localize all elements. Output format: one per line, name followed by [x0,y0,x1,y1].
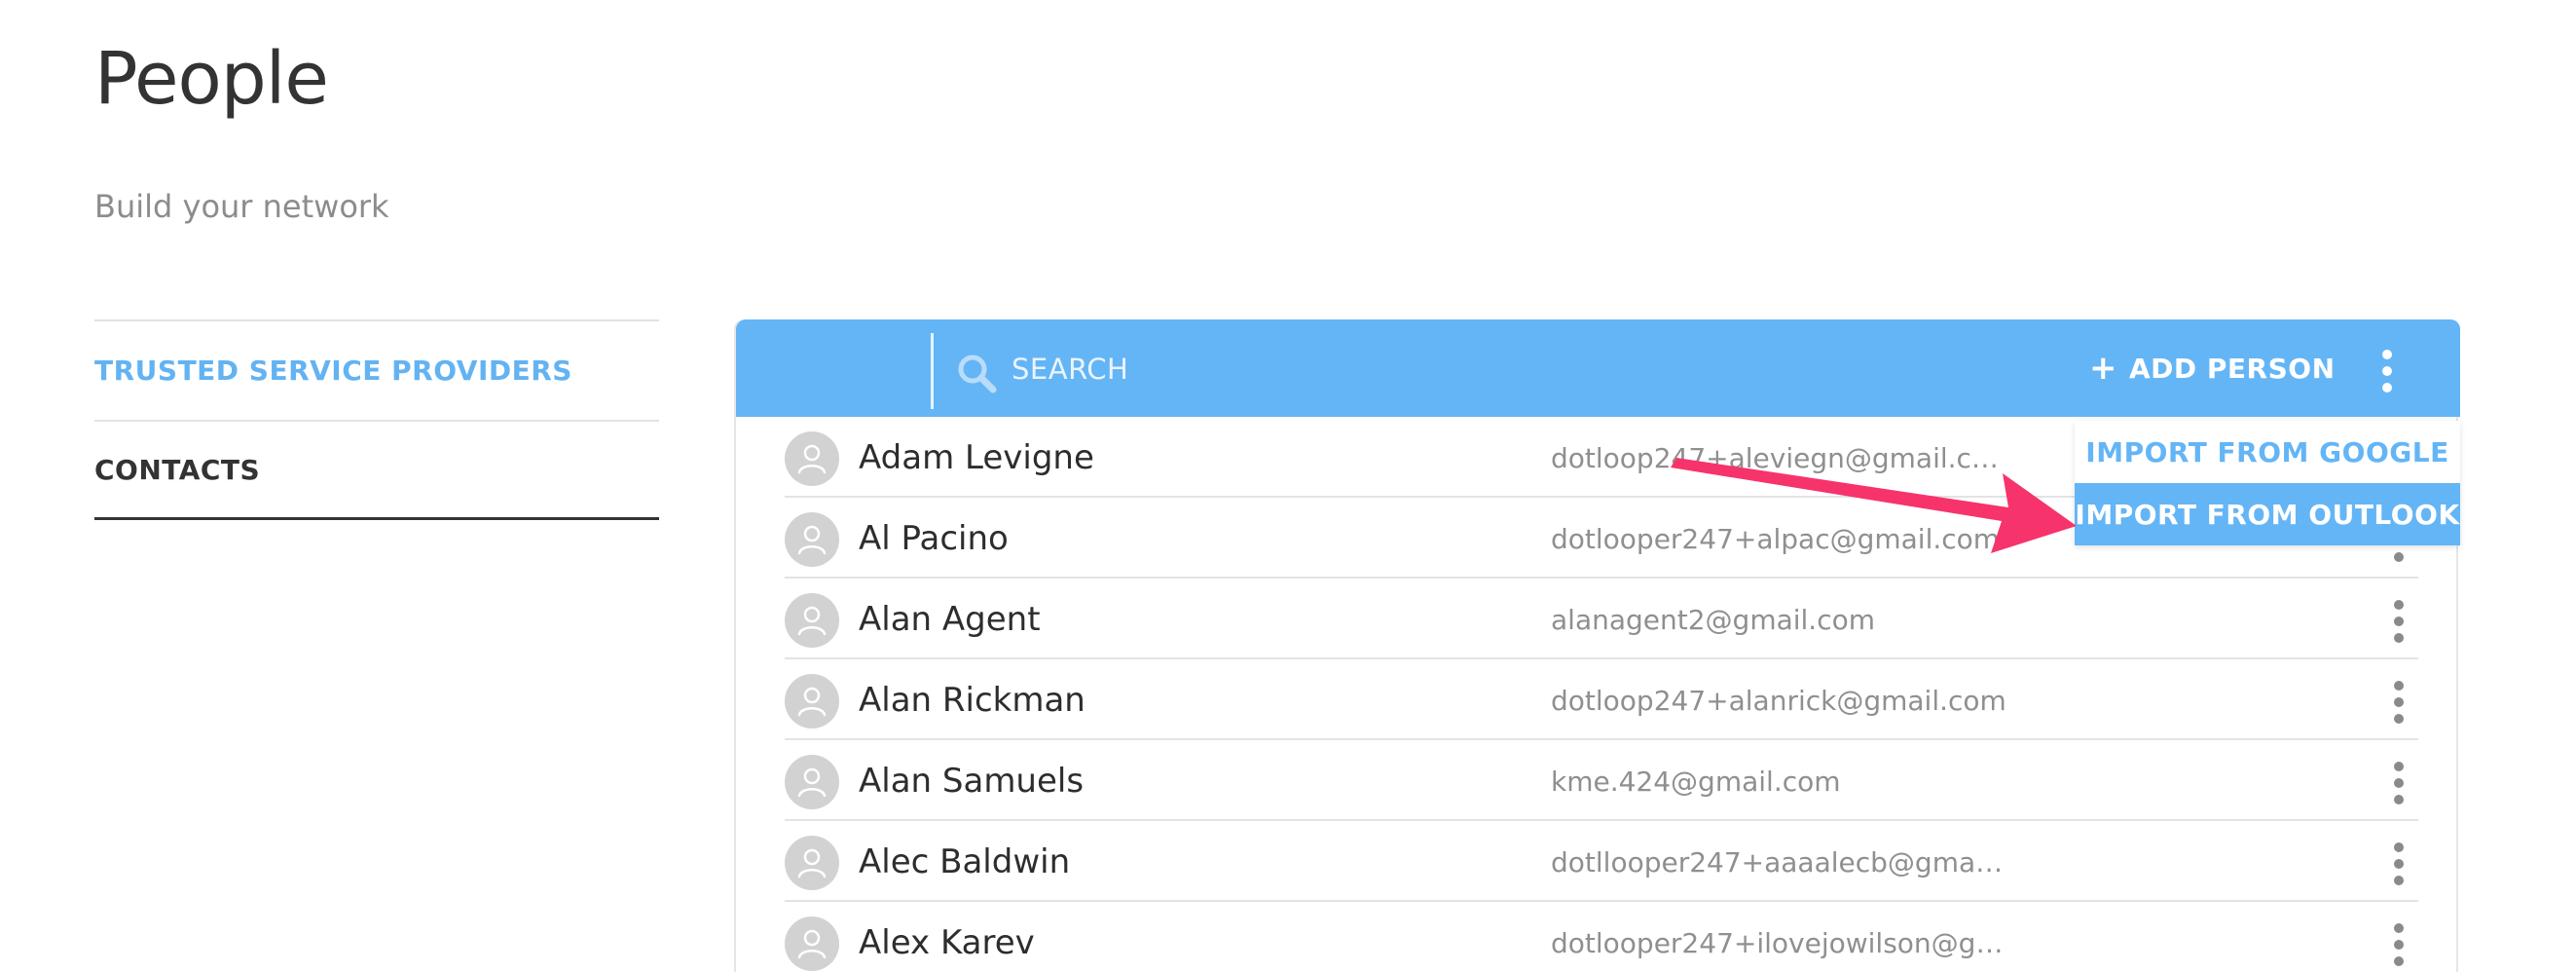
search-input[interactable] [1012,345,1596,393]
contact-name[interactable]: Alan Rickman [859,681,1086,720]
contact-email: dotloop247+alanrick@gmail.com [1551,685,2006,717]
people-card: + ADD PERSON Adam Levigne dotloop247+ale… [734,319,2460,972]
avatar-person-icon [785,916,839,971]
contact-row[interactable]: Alec Baldwin dotllooper247+aaaalecb@gmai… [785,821,2418,902]
row-kebab-menu-icon[interactable] [2392,923,2406,966]
contact-email: dotlooper247+alpac@gmail.com [1551,523,2001,555]
contact-email: dotllooper247+aaaalecb@gmail.c... [1551,846,2008,879]
contact-row[interactable]: Alan Agent alanagent2@gmail.com [785,579,2418,659]
avatar-person-icon [785,431,839,486]
nav-item-contacts[interactable]: CONTACTS [94,420,659,520]
add-person-label: ADD PERSON [2129,352,2336,385]
avatar-person-icon [785,512,839,567]
contact-row[interactable]: Alan Samuels kme.424@gmail.com [785,740,2418,821]
contact-name[interactable]: Alec Baldwin [859,842,1070,881]
contact-name[interactable]: Adam Levigne [859,438,1094,477]
contact-name[interactable]: Alan Samuels [859,762,1084,801]
import-from-outlook-item[interactable]: IMPORT FROM OUTLOOK [2075,483,2460,545]
nav-item-trusted-service-providers[interactable]: TRUSTED SERVICE PROVIDERS [94,319,659,420]
search-icon[interactable] [956,353,997,393]
contact-email: alanagent2@gmail.com [1551,604,1876,636]
contact-name[interactable]: Alan Agent [859,600,1041,639]
people-toolbar: + ADD PERSON [736,319,2460,417]
avatar-person-icon [785,836,839,890]
people-page: People Build your network TRUSTED SERVIC… [0,0,2576,972]
toolbar-divider [931,333,934,409]
avatar-person-icon [785,674,839,729]
page-title: People [94,37,329,121]
add-person-button[interactable]: + ADD PERSON [2089,343,2336,393]
import-from-google-item[interactable]: IMPORT FROM GOOGLE [2075,421,2460,483]
row-kebab-menu-icon[interactable] [2392,681,2406,724]
side-nav: TRUSTED SERVICE PROVIDERS CONTACTS [94,319,659,520]
contact-name[interactable]: Al Pacino [859,519,1009,558]
avatar-person-icon [785,755,839,809]
import-dropdown-menu: IMPORT FROM GOOGLE IMPORT FROM OUTLOOK [2075,421,2460,545]
toolbar-kebab-menu-icon[interactable] [2380,350,2394,393]
contact-name[interactable]: Alex Karev [859,923,1035,962]
contact-email: dotloop247+aleviegn@gmail.com [1551,442,2008,474]
contact-email: dotlooper247+ilovejowilson@gm... [1551,927,2008,959]
contact-row[interactable]: Alan Rickman dotloop247+alanrick@gmail.c… [785,659,2418,740]
row-kebab-menu-icon[interactable] [2392,842,2406,885]
row-kebab-menu-icon[interactable] [2392,762,2406,804]
contact-row[interactable]: Alex Karev dotlooper247+ilovejowilson@gm… [785,902,2418,972]
avatar-person-icon [785,593,839,648]
plus-icon: + [2089,349,2117,388]
contact-email: kme.424@gmail.com [1551,766,1841,798]
row-kebab-menu-icon[interactable] [2392,600,2406,643]
page-subtitle: Build your network [94,188,389,225]
